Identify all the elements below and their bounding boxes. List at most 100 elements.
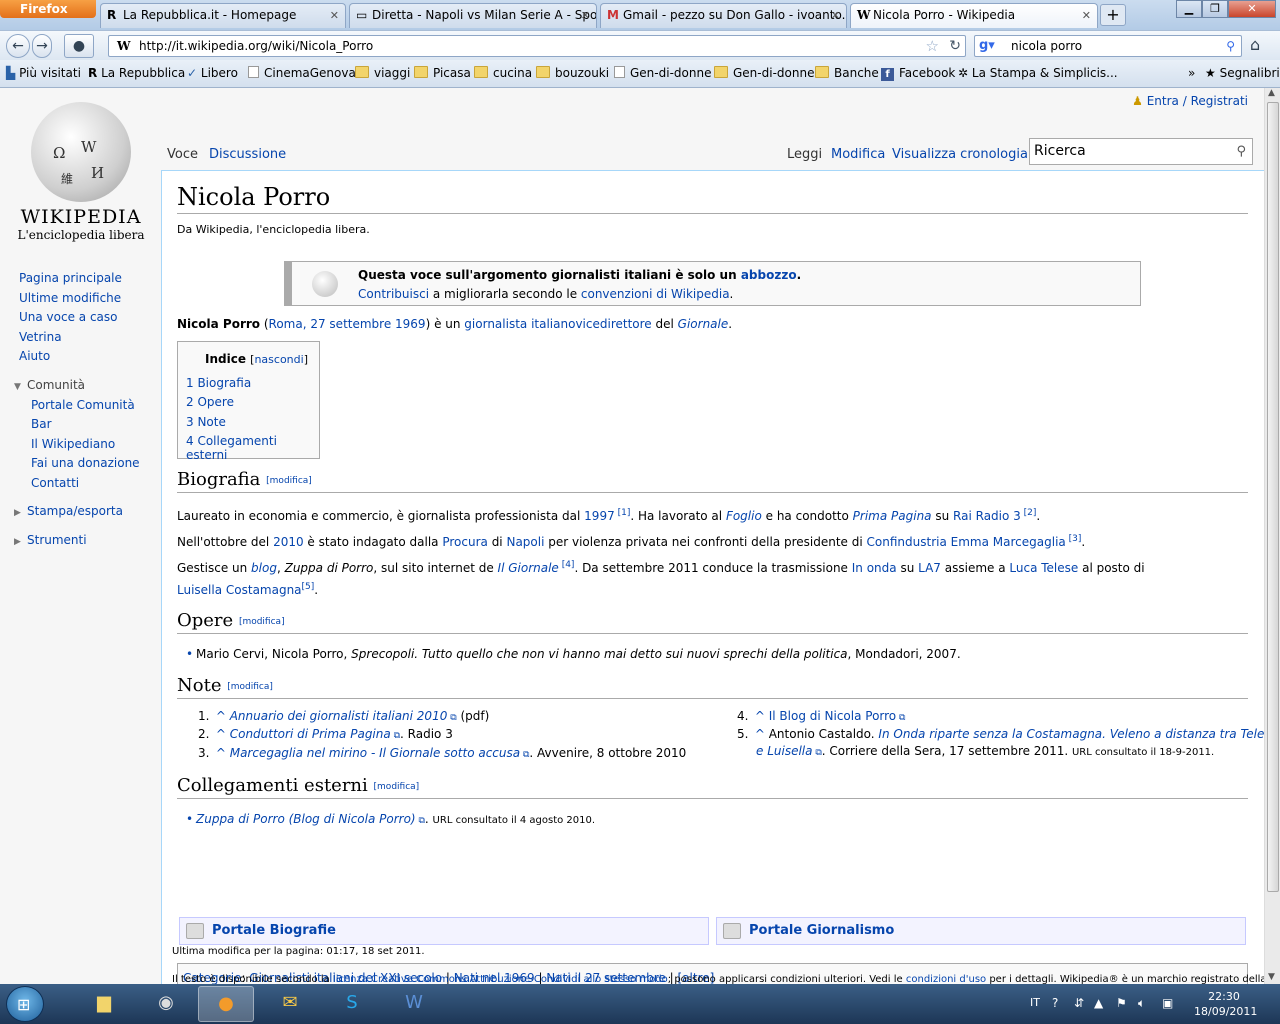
bookmark-item[interactable]: ✓ Libero xyxy=(187,66,238,80)
back-button[interactable]: ← xyxy=(6,34,30,58)
bookmark-item[interactable]: Gen-di-donne xyxy=(614,66,711,80)
tab-discussione[interactable]: Discussione xyxy=(209,147,286,171)
maximize-button[interactable]: ❐ xyxy=(1202,0,1228,18)
bookmarks-overflow-button[interactable]: » xyxy=(1188,66,1195,80)
portal-giornalismo-link[interactable]: Portale Giornalismo xyxy=(716,917,1246,945)
ref-5[interactable]: [5] xyxy=(302,582,315,592)
bookmark-item[interactable]: ▙ Più visitati xyxy=(6,66,81,80)
forward-button[interactable]: → xyxy=(32,34,52,58)
scrollbar-thumb[interactable] xyxy=(1267,102,1279,892)
bookmark-item[interactable]: ✲ La Stampa & Simplicis... xyxy=(958,66,1118,80)
firefox-menu-button[interactable]: Firefox xyxy=(0,0,96,18)
bookmark-folder[interactable]: bouzouki xyxy=(536,66,609,80)
tab-repubblica[interactable]: R La Repubblica.it - Homepage ✕ xyxy=(100,3,346,28)
link-blog[interactable]: blog xyxy=(251,561,277,575)
sidebar-item-wikipediano[interactable]: Il Wikipediano xyxy=(31,437,115,451)
link-napoli[interactable]: Napoli xyxy=(506,535,544,549)
ref-2[interactable]: [2] xyxy=(1021,508,1037,518)
search-icon[interactable]: ⚲ xyxy=(1226,36,1235,56)
giornalista-link[interactable]: giornalista xyxy=(464,317,527,331)
sidebar-item-voce-a-caso[interactable]: Una voce a caso xyxy=(19,310,118,324)
note-backlink[interactable]: ^ xyxy=(216,709,226,723)
new-tab-button[interactable]: + xyxy=(1100,4,1126,26)
scroll-down-icon[interactable]: ▼ xyxy=(1268,972,1275,982)
flag-icon[interactable]: ⚑ xyxy=(1116,996,1127,1010)
close-tab-icon[interactable]: ✕ xyxy=(1082,4,1091,27)
link-rai-radio-3[interactable]: Rai Radio 3 xyxy=(953,509,1021,523)
arrows-icon[interactable]: ⇵ xyxy=(1074,996,1084,1010)
bookmark-folder[interactable]: Picasa xyxy=(414,66,471,80)
close-tab-icon[interactable]: ✕ xyxy=(330,4,339,27)
sidebar-item-ultime-modifiche[interactable]: Ultime modifiche xyxy=(19,291,121,305)
clock[interactable]: 22:30 18/09/2011 xyxy=(1194,989,1257,1019)
ext-link-zuppa-di-porro[interactable]: Zuppa di Porro (Blog di Nicola Porro) xyxy=(196,812,425,826)
tab-modifica[interactable]: Modifica xyxy=(831,147,885,171)
url-bar[interactable]: W http://it.wikipedia.org/wiki/Nicola_Po… xyxy=(108,35,966,57)
ref-3[interactable]: [3] xyxy=(1066,534,1082,544)
toc-item-collegamenti[interactable]: 4 Collegamenti esterni xyxy=(186,434,319,462)
contribuisci-link[interactable]: Contribuisci xyxy=(358,287,429,301)
tab-cronologia[interactable]: Visualizza cronologia xyxy=(892,147,1028,171)
note-backlink[interactable]: ^ xyxy=(216,727,226,741)
note-link-in-onda[interactable]: In Onda riparte senza la Costamagna. Vel… xyxy=(878,727,1264,741)
note-backlink[interactable]: ^ xyxy=(216,746,226,760)
note-link-annuario[interactable]: Annuario dei giornalisti italiani 2010 xyxy=(230,709,457,723)
tab-gmail[interactable]: M Gmail - pezzo su Don Gallo - ivoanto...… xyxy=(600,3,847,28)
giornale-link[interactable]: Giornale xyxy=(678,317,729,331)
bookmark-item[interactable]: CinemaGenova xyxy=(248,66,356,80)
identity-button[interactable]: ● xyxy=(64,34,94,58)
home-icon[interactable]: ⌂ xyxy=(1250,35,1260,54)
note-backlink[interactable]: ^ xyxy=(755,709,765,723)
edit-section-link[interactable]: [modifica] xyxy=(239,617,285,627)
link-il-giornale[interactable]: Il Giornale xyxy=(498,561,559,575)
close-tab-icon[interactable]: ✕ xyxy=(581,4,590,27)
link-confindustria[interactable]: Confindustria xyxy=(867,535,947,549)
link-in-onda[interactable]: In onda xyxy=(852,561,897,575)
reload-icon[interactable]: ↻ xyxy=(949,36,961,56)
toc-item-opere[interactable]: 2 Opere xyxy=(186,395,234,409)
firefox-taskbar-button[interactable]: ● xyxy=(198,986,254,1022)
link-1997[interactable]: 1997 xyxy=(584,509,615,523)
close-window-button[interactable]: ✕ xyxy=(1228,0,1276,18)
sidebar-item-contatti[interactable]: Contatti xyxy=(31,476,79,490)
note-link-blog[interactable]: Il Blog di Nicola Porro xyxy=(769,709,906,723)
note-link-marcegaglia[interactable]: Marcegaglia nel mirino - Il Giornale sot… xyxy=(230,746,530,760)
bookmark-folder[interactable]: Gen-di-donne xyxy=(714,66,814,80)
ref-1[interactable]: [1] xyxy=(615,508,631,518)
sidebar-item-aiuto[interactable]: Aiuto xyxy=(19,349,50,363)
messenger-taskbar-button[interactable]: ✉ xyxy=(262,986,318,1022)
sidebar-item-vetrina[interactable]: Vetrina xyxy=(19,330,62,344)
wiki-search-input[interactable]: Ricerca ⚲ xyxy=(1029,138,1253,165)
web-search-field[interactable]: g▾ nicola porro ⚲ xyxy=(974,35,1242,57)
sidebar-portal-strumenti-toggle[interactable]: ▶ Strumenti xyxy=(14,533,87,547)
note-link-conduttori[interactable]: Conduttori di Prima Pagina xyxy=(230,727,400,741)
close-tab-icon[interactable]: ✕ xyxy=(831,4,840,27)
portal-biografie-link[interactable]: Portale Biografie xyxy=(179,917,709,945)
convenzioni-link[interactable]: convenzioni di Wikipedia xyxy=(581,287,730,301)
link-prima-pagina[interactable]: Prima Pagina xyxy=(853,509,932,523)
volume-icon[interactable]: 🔈︎ xyxy=(1138,996,1145,1011)
abbozzo-link[interactable]: abbozzo xyxy=(741,268,797,282)
tab-voce[interactable]: Voce xyxy=(167,147,198,171)
skype-taskbar-button[interactable]: S xyxy=(324,986,380,1022)
toc-item-biografia[interactable]: 1 Biografia xyxy=(186,376,251,390)
language-indicator[interactable]: IT xyxy=(1030,996,1040,1009)
license-link[interactable]: licenza Creative Commons Attribuzione-Co… xyxy=(333,974,668,984)
sidebar-item-pagina-principale[interactable]: Pagina principale xyxy=(19,271,122,285)
vicedirettore-link[interactable]: vicedirettore xyxy=(575,317,651,331)
bookmark-folder[interactable]: viaggi xyxy=(355,66,410,80)
start-button[interactable]: ⊞ xyxy=(6,986,44,1022)
sidebar-portal-comunita-toggle[interactable]: ▼ Comunità xyxy=(14,378,85,392)
word-taskbar-button[interactable]: W xyxy=(386,986,442,1022)
note-backlink[interactable]: ^ xyxy=(755,727,765,741)
link-la7[interactable]: LA7 xyxy=(918,561,941,575)
bookmark-item[interactable]: f Facebook xyxy=(881,66,955,81)
link-emma-marcegaglia[interactable]: Emma Marcegaglia xyxy=(951,535,1066,549)
help-icon[interactable]: ? xyxy=(1052,996,1058,1010)
network-icon[interactable]: ▣ xyxy=(1162,996,1173,1010)
edit-section-link[interactable]: [modifica] xyxy=(227,682,273,692)
show-hidden-icons[interactable]: ▲ xyxy=(1094,996,1103,1010)
link-luisella-costamagna[interactable]: Luisella Costamagna xyxy=(177,583,302,597)
birth-place-date-link[interactable]: Roma, 27 settembre 1969 xyxy=(269,317,426,331)
bookmark-folder[interactable]: cucina xyxy=(474,66,532,80)
